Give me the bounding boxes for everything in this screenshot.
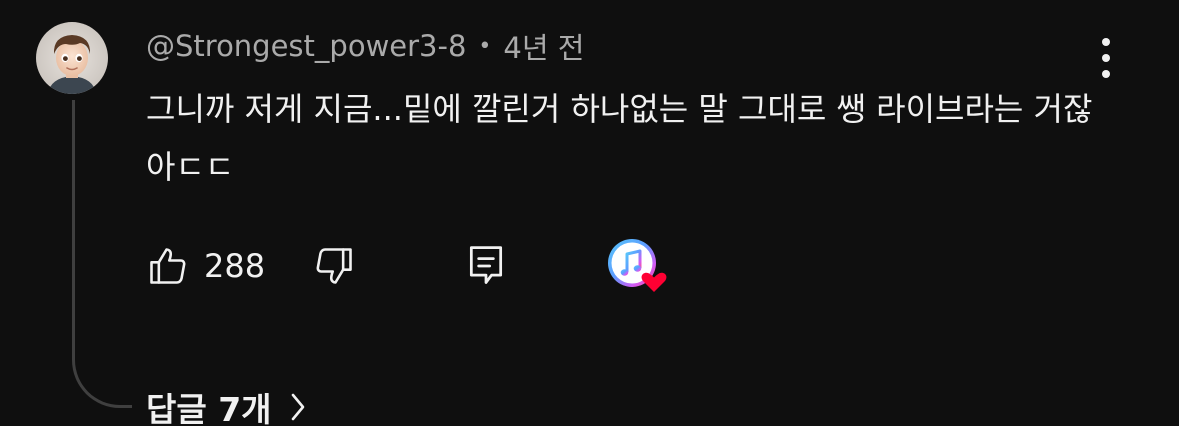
like-count: 288 [204, 247, 266, 285]
replies-label: 답글 7개 [146, 390, 272, 426]
author-handle[interactable]: @Strongest_power3-8 [146, 29, 466, 63]
avatar[interactable] [36, 22, 108, 94]
music-heart-icon [608, 239, 667, 292]
thumbs-up-icon [150, 248, 186, 284]
kebab-menu-icon[interactable] [1092, 38, 1120, 78]
creator-heart-badge[interactable] [606, 238, 672, 294]
view-replies-button[interactable]: 답글 7개 [146, 384, 306, 426]
comment-timestamp[interactable]: 4년 전 [503, 25, 584, 67]
thumbs-down-icon [316, 248, 352, 284]
comment-action-bar: 288 [146, 238, 706, 294]
comment-text: 그니까 저게 지금...밑에 깔린거 하나없는 말 그대로 쌩 라이브라는 거잖… [146, 90, 1093, 186]
meta-separator: • [478, 33, 492, 59]
like-button[interactable]: 288 [146, 238, 265, 294]
reply-button[interactable] [464, 238, 508, 294]
comment-meta: @Strongest_power3-8 • 4년 전 [146, 26, 584, 66]
dislike-button[interactable] [312, 238, 356, 294]
thread-connector-line [72, 100, 132, 408]
reply-comment-icon [469, 246, 503, 284]
chevron-right-icon [291, 393, 304, 421]
